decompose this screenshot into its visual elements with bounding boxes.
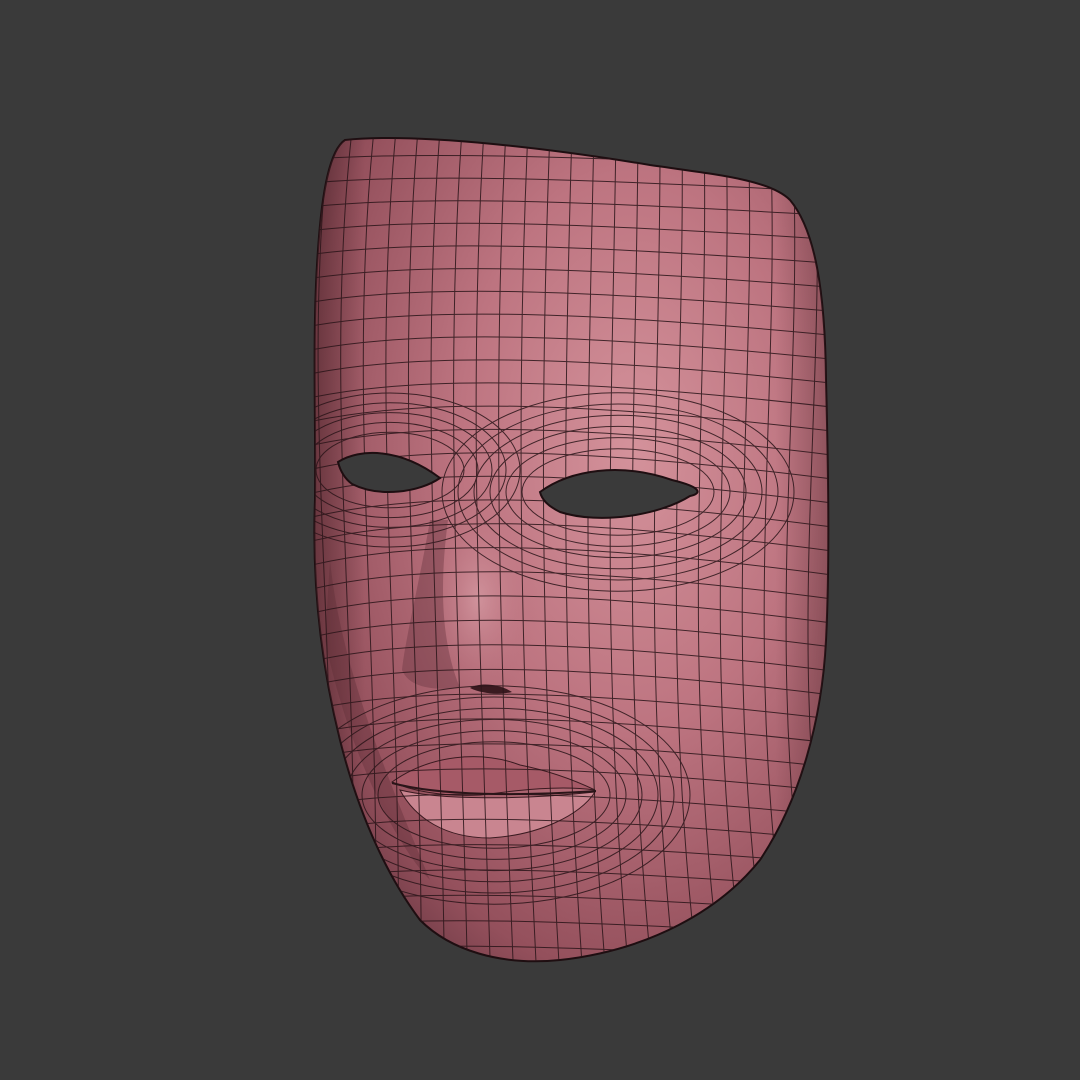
mesh-edge-column [830, 130, 860, 980]
mask-body [313, 130, 860, 980]
mask-render [313, 130, 860, 980]
3d-viewport[interactable] [0, 0, 1080, 1080]
